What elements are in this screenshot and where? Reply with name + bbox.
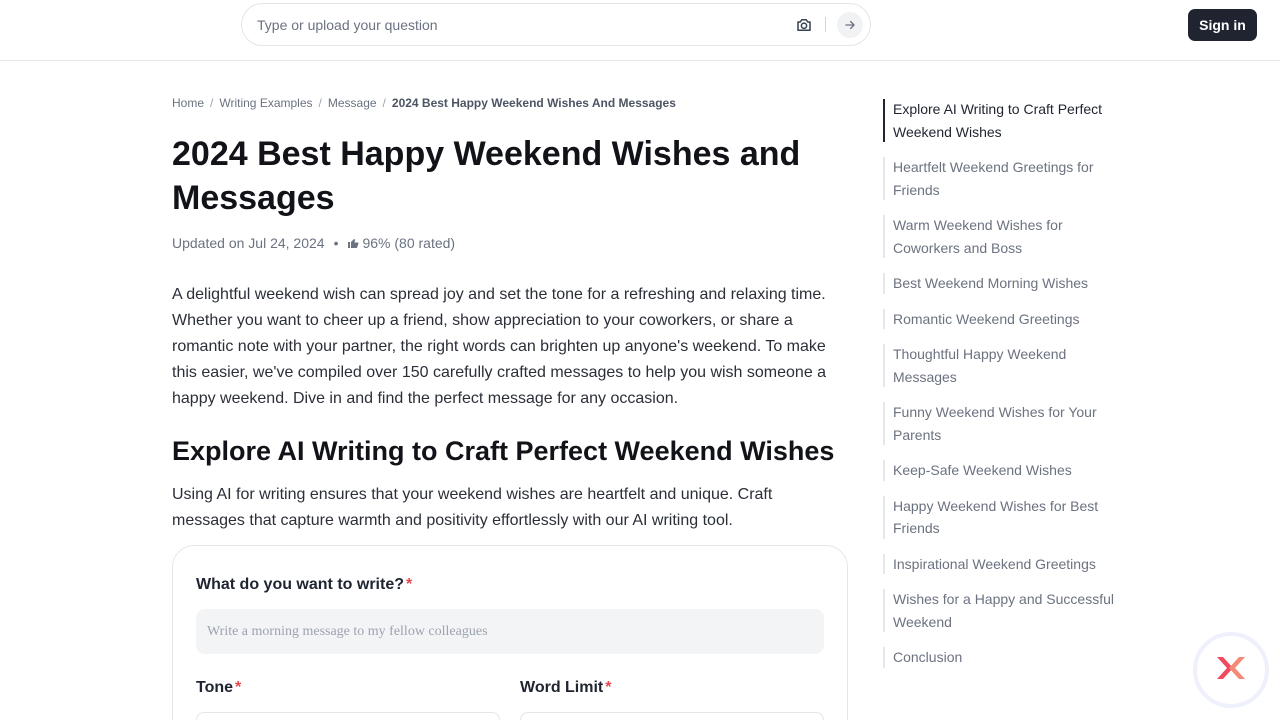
top-bar: Sign in xyxy=(0,0,1280,61)
sign-in-button[interactable]: Sign in xyxy=(1188,9,1257,41)
assistant-logo-icon xyxy=(1214,655,1248,686)
rating-text: 96% (80 rated) xyxy=(362,235,456,251)
updated-date: Updated on Jul 24, 2024 xyxy=(172,235,325,251)
arrow-right-icon xyxy=(845,20,855,30)
write-label-text: What do you want to write? xyxy=(196,576,404,593)
search-submit-button[interactable] xyxy=(837,12,863,38)
thumbs-up-icon xyxy=(347,237,359,249)
search-box xyxy=(241,3,871,46)
meta-separator: • xyxy=(333,235,339,251)
required-mark: * xyxy=(235,679,242,696)
table-of-contents: Explore AI Writing to Craft Perfect Week… xyxy=(883,98,1123,669)
assistant-button[interactable] xyxy=(1193,632,1269,708)
required-mark: * xyxy=(605,679,612,696)
intro-paragraph: A delightful weekend wish can spread joy… xyxy=(172,286,827,407)
word-limit-select[interactable] xyxy=(520,712,824,720)
write-input[interactable] xyxy=(196,609,824,654)
toc-item-inspirational[interactable]: Inspirational Weekend Greetings xyxy=(883,553,1123,576)
toc-item-morning-wishes[interactable]: Best Weekend Morning Wishes xyxy=(883,272,1123,295)
breadcrumb-separator: / xyxy=(382,96,386,110)
camera-icon[interactable] xyxy=(794,15,814,35)
toc-item-keep-safe[interactable]: Keep-Safe Weekend Wishes xyxy=(883,459,1123,482)
toc-item-explore-ai-writing[interactable]: Explore AI Writing to Craft Perfect Week… xyxy=(883,98,1123,143)
toc-item-coworkers-boss[interactable]: Warm Weekend Wishes for Coworkers and Bo… xyxy=(883,214,1123,259)
toc-item-best-friends[interactable]: Happy Weekend Wishes for Best Friends xyxy=(883,495,1123,540)
breadcrumb-separator: / xyxy=(318,96,322,110)
toc-item-heartfelt-greetings[interactable]: Heartfelt Weekend Greetings for Friends xyxy=(883,156,1123,201)
required-mark: * xyxy=(405,576,413,593)
article-meta: Updated on Jul 24, 2024 • 96% (80 rated) xyxy=(172,235,455,251)
page-title: 2024 Best Happy Weekend Wishes and Messa… xyxy=(172,135,801,217)
breadcrumb-current: 2024 Best Happy Weekend Wishes And Messa… xyxy=(391,96,676,110)
word-limit-label-text: Word Limit xyxy=(520,679,604,696)
toc-item-funny-parents[interactable]: Funny Weekend Wishes for Your Parents xyxy=(883,401,1123,446)
ai-writing-form: What do you want to write?* Tone* Word L… xyxy=(172,545,848,720)
tone-label-text: Tone xyxy=(196,679,234,696)
toc-item-conclusion[interactable]: Conclusion xyxy=(883,646,1123,669)
toc-item-happy-successful[interactable]: Wishes for a Happy and Successful Weeken… xyxy=(883,588,1123,633)
section-title: Explore AI Writing to Craft Perfect Week… xyxy=(172,436,835,466)
breadcrumb-message[interactable]: Message xyxy=(328,96,377,110)
word-limit-label: Word Limit * xyxy=(520,679,611,697)
breadcrumb-separator: / xyxy=(210,96,214,110)
section-description: Using AI for writing ensures that your w… xyxy=(172,486,773,529)
tone-label: Tone * xyxy=(196,679,241,697)
breadcrumb-writing-examples[interactable]: Writing Examples xyxy=(219,96,312,110)
write-label: What do you want to write? * xyxy=(196,576,412,594)
toc-item-thoughtful-messages[interactable]: Thoughtful Happy Weekend Messages xyxy=(883,343,1123,388)
breadcrumb-home[interactable]: Home xyxy=(172,96,204,110)
toc-item-romantic-greetings[interactable]: Romantic Weekend Greetings xyxy=(883,308,1123,331)
search-divider xyxy=(825,17,826,32)
tone-select[interactable] xyxy=(196,712,500,720)
search-input[interactable] xyxy=(257,4,777,45)
breadcrumb: Home / Writing Examples / Message / 2024 Best … xyxy=(172,96,676,110)
